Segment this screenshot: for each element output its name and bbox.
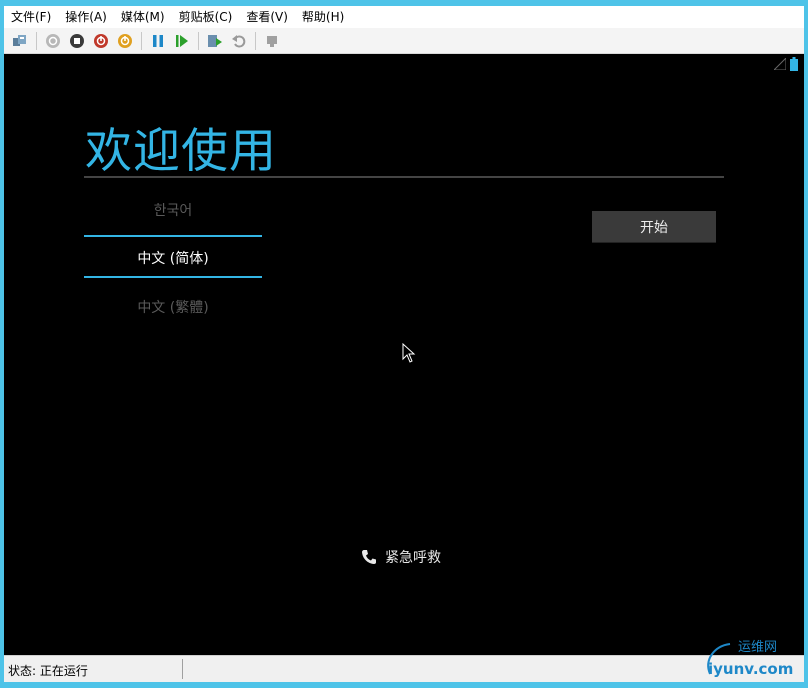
menu-help[interactable]: 帮助(H) bbox=[295, 6, 351, 28]
emergency-call-label: 紧急呼救 bbox=[385, 550, 441, 566]
language-selector-line-bottom bbox=[84, 276, 262, 278]
status-divider bbox=[182, 659, 183, 679]
menu-bar: 文件(F) 操作(A) 媒体(M) 剪贴板(C) 查看(V) 帮助(H) bbox=[4, 6, 804, 28]
language-option-korean[interactable]: 한국어 bbox=[84, 200, 262, 220]
pause-icon[interactable] bbox=[149, 32, 167, 50]
menu-clipboard[interactable]: 剪贴板(C) bbox=[172, 6, 240, 28]
resume-icon[interactable] bbox=[173, 32, 191, 50]
share-icon[interactable] bbox=[263, 32, 281, 50]
emergency-call-button[interactable]: 紧急呼救 bbox=[361, 547, 441, 567]
vm-screen[interactable]: 欢迎使用 한국어 中文 (简体) 中文 (繁體) 开始 紧急呼救 bbox=[4, 54, 804, 655]
title-divider bbox=[84, 176, 724, 178]
language-option-chinese-simplified[interactable]: 中文 (简体) bbox=[84, 248, 262, 268]
menu-media[interactable]: 媒体(M) bbox=[114, 6, 172, 28]
signal-icon bbox=[774, 58, 786, 70]
toolbar-separator bbox=[141, 31, 142, 50]
language-option-chinese-traditional[interactable]: 中文 (繁體) bbox=[84, 297, 262, 317]
start-button[interactable]: 开始 bbox=[592, 211, 716, 243]
watermark-text-bottom: iyunv.com bbox=[708, 660, 793, 678]
mouse-cursor-icon bbox=[402, 343, 416, 363]
vm-connection-window: 文件(F) 操作(A) 媒体(M) 剪贴板(C) 查看(V) 帮助(H) 欢迎使… bbox=[4, 6, 804, 682]
checkpoint-icon[interactable] bbox=[206, 32, 224, 50]
shutdown-icon[interactable] bbox=[92, 32, 110, 50]
menu-view[interactable]: 查看(V) bbox=[239, 6, 295, 28]
menu-action[interactable]: 操作(A) bbox=[58, 6, 114, 28]
status-text: 状态: 正在运行 bbox=[8, 664, 88, 678]
welcome-title: 欢迎使用 bbox=[85, 124, 277, 179]
ctrl-alt-del-icon[interactable] bbox=[11, 32, 29, 50]
toolbar-separator bbox=[198, 31, 199, 50]
menu-file[interactable]: 文件(F) bbox=[4, 6, 58, 28]
turn-off-icon[interactable] bbox=[68, 32, 86, 50]
revert-icon[interactable] bbox=[230, 32, 248, 50]
phone-icon bbox=[362, 550, 376, 564]
status-bar: 状态: 正在运行 运维网 iyunv.com bbox=[4, 640, 804, 682]
watermark-text-top: 运维网 bbox=[738, 640, 777, 655]
toolbar-separator bbox=[255, 31, 256, 50]
watermark-logo-icon: 运维网 iyunv.com bbox=[707, 640, 793, 678]
toolbar bbox=[4, 28, 804, 54]
toolbar-separator bbox=[36, 31, 37, 50]
power-icon[interactable] bbox=[116, 32, 134, 50]
battery-icon bbox=[790, 57, 798, 71]
language-selector-line-top bbox=[84, 235, 262, 237]
start-icon[interactable] bbox=[44, 32, 62, 50]
